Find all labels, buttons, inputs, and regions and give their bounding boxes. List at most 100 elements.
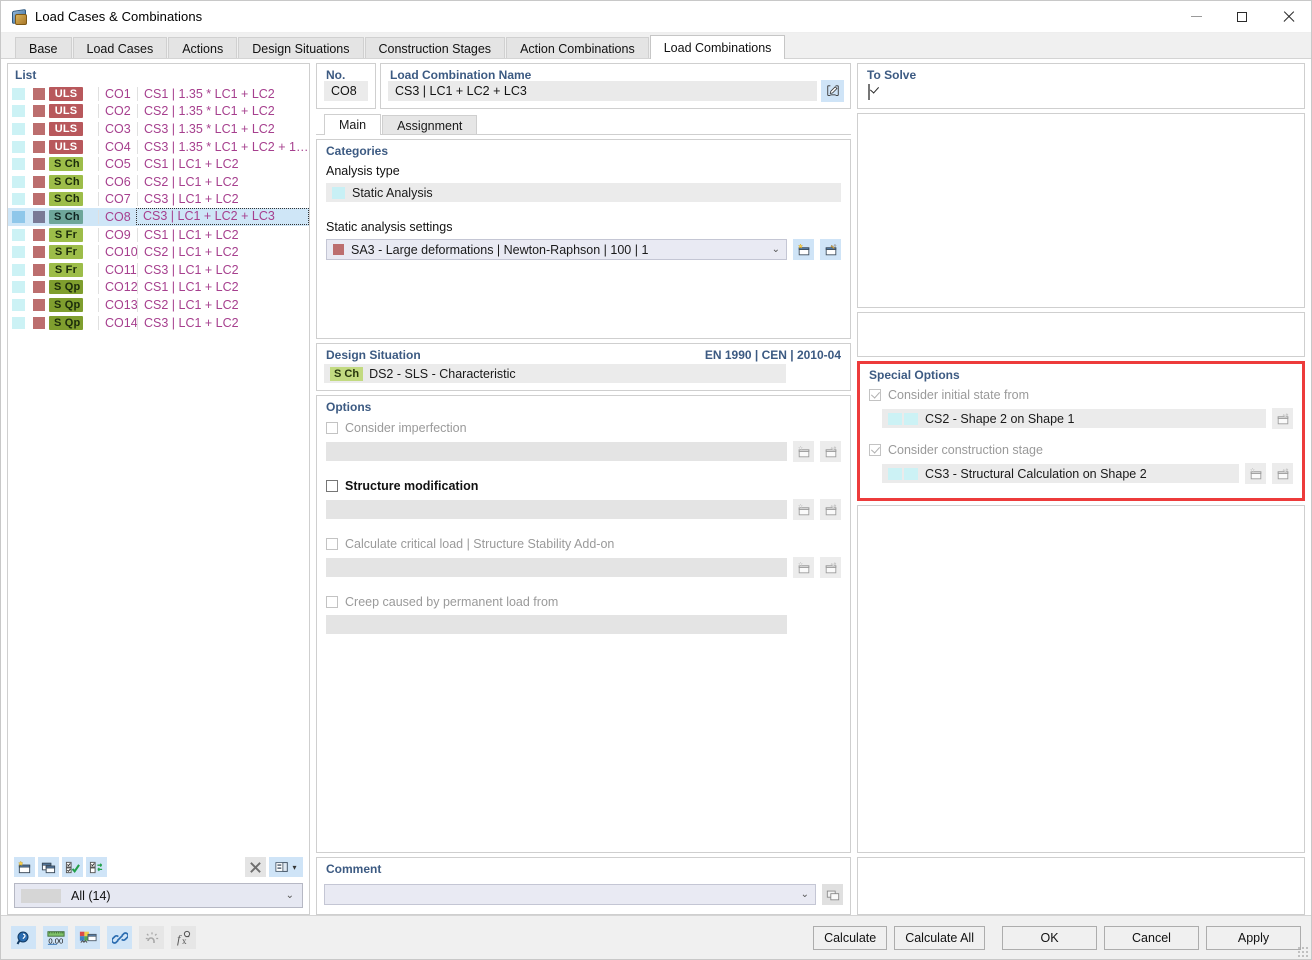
select-all-button[interactable] [62,857,83,877]
row-number: CO5 [98,157,137,172]
units-decimals-button[interactable]: 0,00 [43,926,68,949]
number-value: CO8 [324,81,368,101]
table-row[interactable]: S Fr CO9 CS1 | LC1 + LC2 [8,226,309,244]
link-button[interactable] [107,926,132,949]
calculate-all-button[interactable]: Calculate All [894,925,985,950]
option-new-button[interactable] [793,441,814,462]
tab-base[interactable]: Base [15,37,72,59]
tab-load-combinations[interactable]: Load Combinations [649,35,786,59]
pick-comment-button[interactable] [822,884,843,905]
invert-selection-button[interactable] [86,857,107,877]
display-settings-button[interactable] [75,926,100,949]
to-solve-checkbox[interactable] [868,84,870,100]
row-checkbox[interactable] [8,122,28,135]
calculate-button[interactable]: Calculate [813,925,888,950]
design-standard-label: EN 1990 | CEN | 2010-04 [704,348,841,362]
comment-group: Comment ⌄ [316,857,851,915]
combination-list[interactable]: ULS CO1 CS1 | 1.35 * LC1 + LC2 ULS CO2 CS2 | … [8,85,309,854]
search-button[interactable] [11,926,36,949]
table-row[interactable]: ULSCO4CS3 | 1.35 * LC1 + LC2 + 1.50 * LC… [8,138,309,156]
ok-button[interactable]: OK [1002,925,1097,950]
list-filter-combo[interactable]: All (14) ⌄ [14,883,303,908]
close-button[interactable] [1265,1,1311,32]
cancel-button[interactable]: Cancel [1104,925,1199,950]
table-row[interactable]: S Qp CO13 CS2 | LC1 + LC2 [8,296,309,314]
title-bar: Load Cases & Combinations [1,1,1311,33]
row-checkbox[interactable] [8,246,28,259]
table-row[interactable]: S Fr CO11 CS3 | LC1 + LC2 [8,261,309,279]
row-checkbox[interactable] [8,140,28,153]
row-checkbox[interactable] [8,87,28,100]
tab-load-cases[interactable]: Load Cases [72,37,168,59]
row-color-swatch [28,263,49,276]
copy-combination-button[interactable] [38,857,59,877]
identity-row: No. CO8 Load Combination Name CS3 | LC1 … [316,63,851,109]
row-checkbox[interactable] [8,210,28,223]
option-value-field [326,558,787,577]
new-combination-button[interactable] [14,857,35,877]
tab-design-situations[interactable]: Design Situations [238,37,364,59]
static-analysis-settings-combo[interactable]: SA3 - Large deformations | Newton-Raphso… [326,239,787,260]
edit-initial-state-icon[interactable] [1272,408,1293,429]
name-group: Load Combination Name CS3 | LC1 + LC2 + … [380,63,851,109]
row-checkbox[interactable] [8,105,28,118]
row-checkbox[interactable] [8,228,28,241]
row-checkbox[interactable] [8,263,28,276]
row-situation-badge: S Fr [49,245,98,260]
delete-combination-button[interactable] [245,857,266,877]
table-row[interactable]: ULS CO1 CS1 | 1.35 * LC1 + LC2 [8,85,309,103]
table-row[interactable]: S Ch CO8 CS3 | LC1 + LC2 + LC3 [8,208,309,226]
special-option-value: CS2 - Shape 2 on Shape 1 [925,411,1075,426]
name-input[interactable]: CS3 | LC1 + LC2 + LC3 [388,81,817,101]
table-row[interactable]: S Fr CO10 CS2 | LC1 + LC2 [8,243,309,261]
tab-assignment[interactable]: Assignment [382,115,478,135]
option-edit-button[interactable] [820,499,841,520]
design-situation-value-field[interactable]: S Ch DS2 - SLS - Characteristic [324,364,786,383]
tab-main[interactable]: Main [324,114,382,135]
option-checkbox[interactable] [326,480,338,492]
table-row[interactable]: S Ch CO5 CS1 | LC1 + LC2 [8,155,309,173]
tab-construction-stages[interactable]: Construction Stages [364,37,506,59]
tab-actions[interactable]: Actions [168,37,238,59]
special-option-value-field[interactable]: CS3 - Structural Calculation on Shape 2 [882,464,1239,483]
maximize-button[interactable] [1219,1,1265,32]
load-cases-combinations-window: Load Cases & Combinations Base Load Case… [0,0,1312,960]
option-label: Calculate critical load | Structure Stab… [345,537,615,551]
row-checkbox[interactable] [8,316,28,329]
row-checkbox[interactable] [8,298,28,311]
categories-group: Categories Analysis type Static Analysis… [316,139,851,339]
row-number: CO6 [98,174,137,189]
edit-name-button[interactable] [821,80,844,102]
table-row[interactable]: ULS CO2 CS2 | 1.35 * LC1 + LC2 [8,103,309,121]
option-new-button[interactable] [793,557,814,578]
minimize-button[interactable] [1173,1,1219,32]
option-edit-button[interactable] [820,441,841,462]
table-row[interactable]: S Ch CO7 CS3 | LC1 + LC2 [8,191,309,209]
table-row[interactable]: S Qp CO12 CS1 | LC1 + LC2 [8,279,309,297]
comment-input[interactable]: ⌄ [324,884,816,905]
option-edit-button[interactable] [820,557,841,578]
table-row[interactable]: S Ch CO6 CS2 | LC1 + LC2 [8,173,309,191]
apply-button[interactable]: Apply [1206,925,1301,950]
design-situation-badge: S Ch [330,366,364,381]
row-checkbox[interactable] [8,281,28,294]
resize-grip[interactable] [1298,947,1308,957]
option-value-field[interactable] [326,500,787,519]
special-option-value-field[interactable]: CS2 - Shape 2 on Shape 1 [882,409,1266,428]
edit-analysis-settings-button[interactable] [820,239,841,260]
design-situation-label: Design Situation [326,348,421,362]
option-new-button[interactable] [793,499,814,520]
filter-value: All (14) [71,888,111,903]
edit-construction-stage-icon[interactable] [1272,463,1293,484]
table-row[interactable]: S Qp CO14 CS3 | LC1 + LC2 [8,314,309,332]
new-construction-stage-icon[interactable] [1245,463,1266,484]
snap-button [139,926,164,949]
row-description: CS2 | LC1 + LC2 [137,297,309,312]
column-settings-button[interactable]: ▾ [269,857,303,877]
new-analysis-settings-button[interactable] [793,239,814,260]
row-checkbox[interactable] [8,158,28,171]
table-row[interactable]: ULS CO3 CS3 | 1.35 * LC1 + LC2 [8,120,309,138]
row-checkbox[interactable] [8,175,28,188]
tab-action-combinations[interactable]: Action Combinations [506,37,649,59]
row-checkbox[interactable] [8,193,28,206]
